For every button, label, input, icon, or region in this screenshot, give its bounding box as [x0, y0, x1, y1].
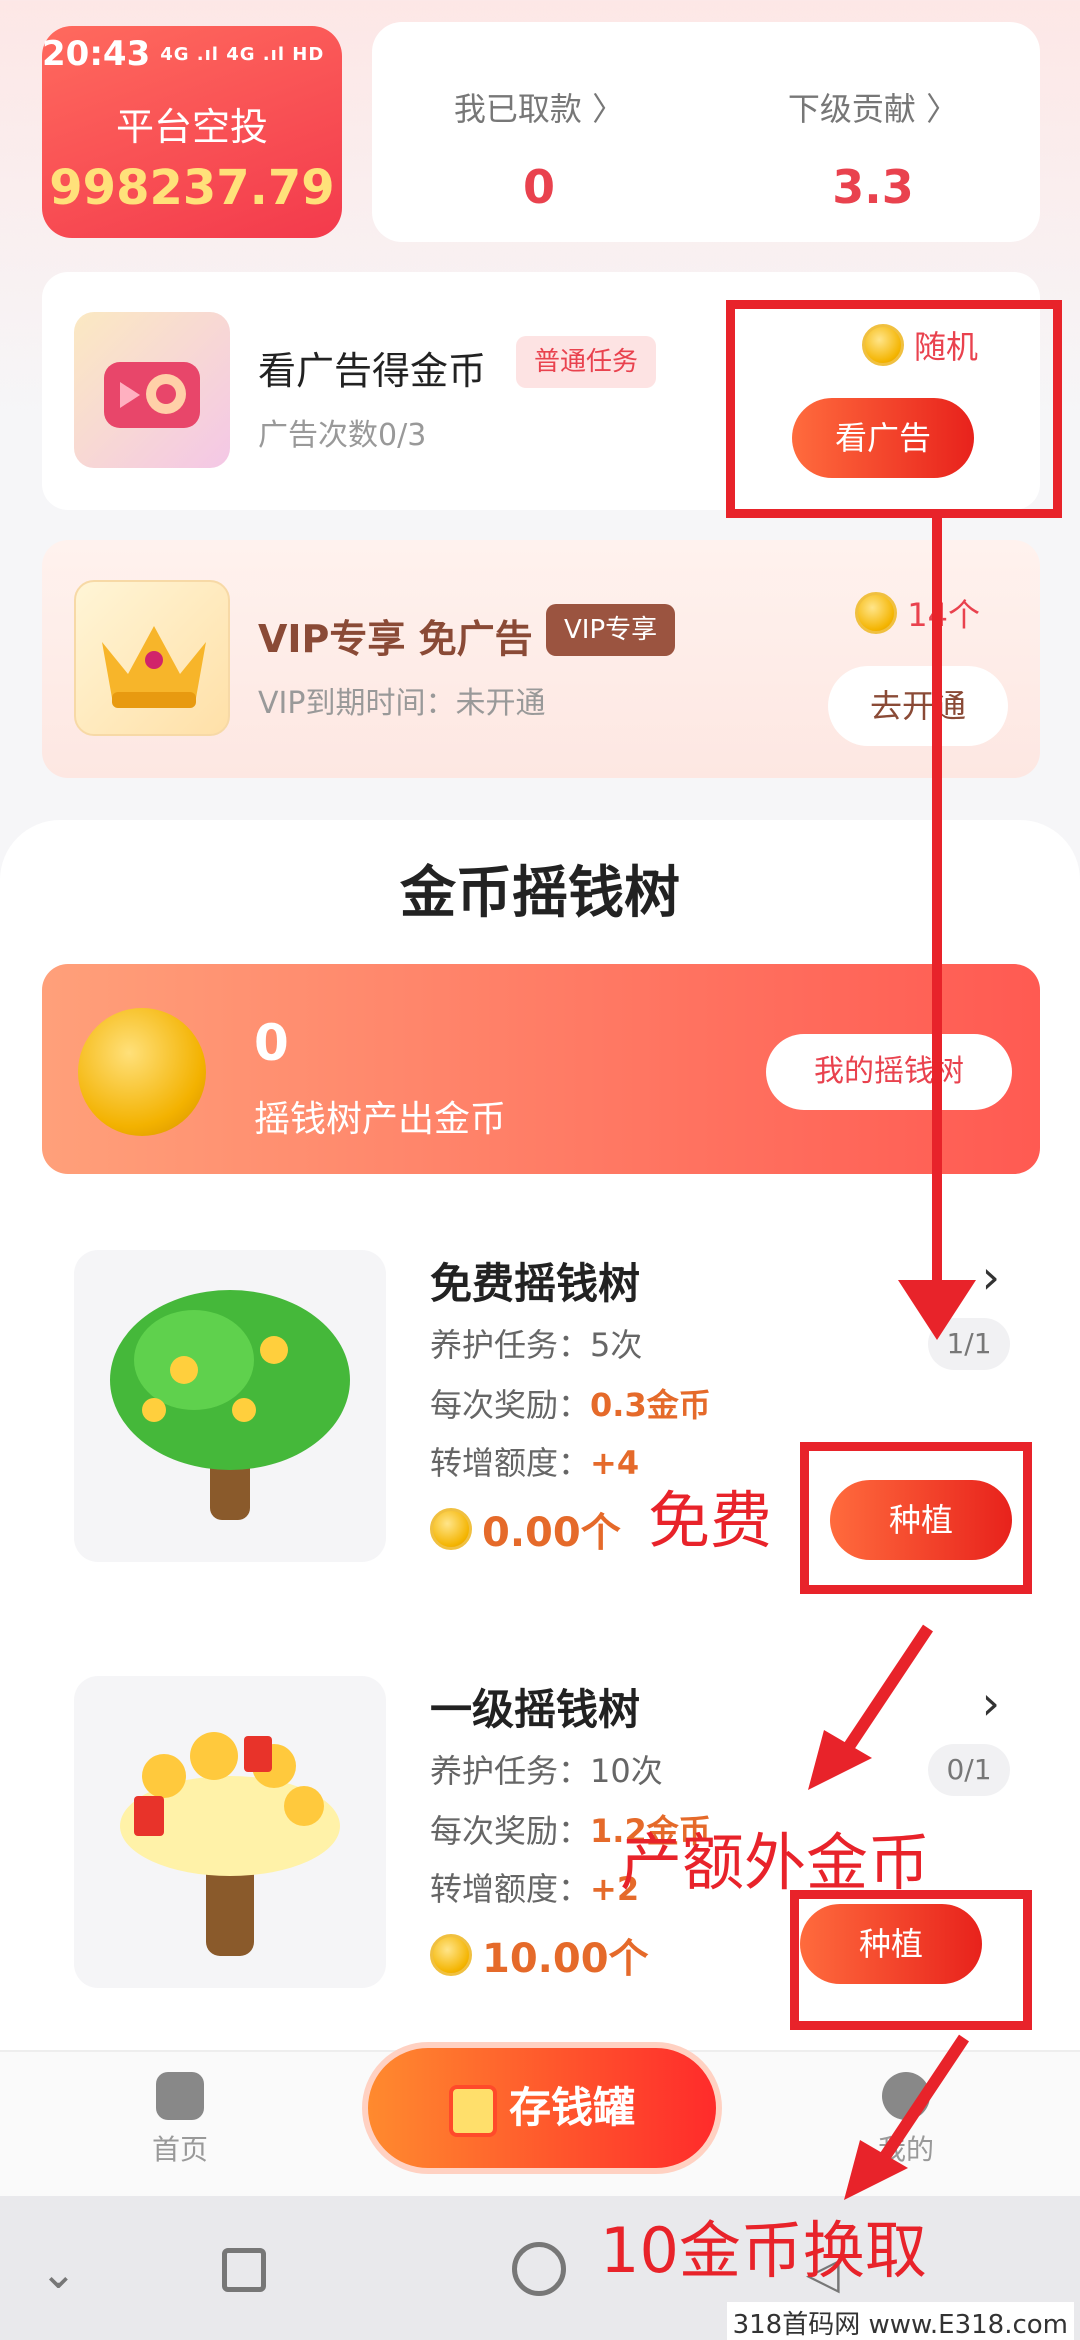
free-tree-name: 免费摇钱树 [430, 1259, 641, 1308]
annotation-box-ad [726, 300, 1062, 518]
airdrop-value: 998237.79 [49, 160, 335, 216]
care-row: 养护任务：5次 [430, 1326, 643, 1364]
arrow-diagonal-icon [844, 2034, 969, 2200]
chevron-right-icon[interactable]: › [982, 1676, 1000, 1730]
annotation-exchange-text: 10金币换取 [600, 2214, 927, 2287]
care-row: 养护任务：10次 [430, 1752, 663, 1790]
crown-icon [74, 580, 230, 736]
downline-label: 下级贡献 〉 [787, 90, 959, 128]
recent-apps-icon[interactable] [222, 2248, 266, 2292]
green-tree-icon [74, 1250, 386, 1562]
annotation-extra-text: 产额外金币 [620, 1826, 931, 1899]
vip-task-card: VIP专享 免广告 VIP专享 VIP到期时间：未开通 14个 去开通 [42, 540, 1040, 778]
tree-price: 0.00个 [430, 1500, 621, 1558]
vip-reward-label: 14个 [907, 596, 980, 634]
activate-vip-button[interactable]: 去开通 [828, 666, 1008, 746]
home-icon [156, 2072, 204, 2120]
coin-icon [855, 592, 898, 634]
bonus-row: 转增额度：+2 [430, 1870, 640, 1908]
annotation-box-level1 [790, 1890, 1032, 2030]
status-time: 20:43 [42, 34, 151, 74]
tree-output-value: 0 [254, 1014, 289, 1072]
signal-icon: 4G .ıl 4G .ıl HD [160, 43, 325, 65]
my-tree-button[interactable]: 我的摇钱树 [766, 1034, 1012, 1110]
vip-task-title: VIP专享 免广告 [258, 617, 533, 661]
gold-tree-icon [74, 1676, 386, 1988]
home-circle-icon[interactable] [512, 2242, 566, 2296]
tree-output-label: 摇钱树产出金币 [254, 1099, 507, 1140]
vip-badge: VIP专享 [546, 604, 676, 656]
coin-stack-icon [78, 1008, 206, 1136]
gift-icon [448, 2084, 497, 2137]
normal-task-badge: 普通任务 [516, 336, 657, 388]
annotation-arrow-line [932, 514, 942, 1304]
status-bar: 20:43 4G .ıl 4G .ıl HD [42, 34, 324, 74]
ad-task-title: 看广告得金币 [258, 349, 487, 393]
vip-reward: 14个 [855, 590, 980, 636]
annotation-free-text: 免费 [648, 1484, 773, 1557]
piggy-bank-button[interactable]: 存钱罐 [362, 2042, 722, 2174]
annotation-box-free [800, 1442, 1032, 1594]
coin-icon [430, 1934, 472, 1976]
withdrawn-label: 我已取款 〉 [453, 90, 625, 128]
stats-card: 我已取款 〉 0 下级贡献 〉 3.3 [372, 22, 1040, 242]
chevron-right-icon[interactable]: › [982, 1250, 1000, 1304]
arrow-down-icon [898, 1280, 976, 1340]
downline-value: 3.3 [832, 160, 914, 214]
money-tree-title: 金币摇钱树 [400, 861, 680, 926]
chevron-down-icon[interactable]: ⌄ [40, 2248, 77, 2299]
tree-output-banner: 0 摇钱树产出金币 我的摇钱树 [42, 964, 1040, 1174]
downline-stat[interactable]: 下级贡献 〉 3.3 [706, 22, 1040, 242]
coin-icon [430, 1508, 472, 1550]
bonus-row: 转增额度：+4 [430, 1444, 640, 1482]
withdrawn-value: 0 [522, 160, 555, 214]
reward-row: 每次奖励：0.3金币 [430, 1386, 711, 1424]
withdrawn-stat[interactable]: 我已取款 〉 0 [372, 22, 706, 242]
watermark-text: 318首码网 www.E318.com [726, 2302, 1074, 2340]
vip-expiry-text: VIP到期时间：未开通 [258, 686, 546, 721]
ad-count-text: 广告次数0/3 [258, 418, 427, 453]
level1-tree-name: 一级摇钱树 [430, 1685, 641, 1734]
camera-icon [74, 312, 230, 468]
tree-count: 0/1 [928, 1744, 1010, 1796]
airdrop-title: 平台空投 [115, 105, 268, 149]
nav-home[interactable]: 首页 [120, 2072, 240, 2168]
arrow-diagonal-icon [808, 1624, 933, 1790]
tree-price: 10.00个 [430, 1926, 649, 1984]
